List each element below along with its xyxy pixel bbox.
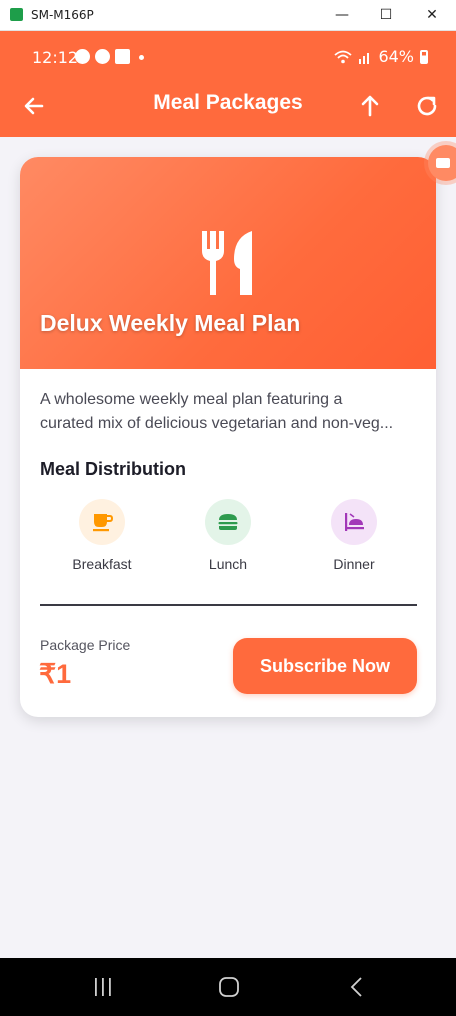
burger-icon xyxy=(218,514,238,530)
package-hero: Delux Weekly Meal Plan xyxy=(20,157,436,369)
signal-icon xyxy=(359,52,370,64)
minimize-button[interactable]: — xyxy=(324,3,360,27)
app-bar: Meal Packages xyxy=(0,85,456,137)
battery-icon xyxy=(420,49,428,64)
close-button[interactable]: ✕ xyxy=(414,3,450,27)
coffee-cup-icon xyxy=(93,514,114,532)
package-card[interactable]: Delux Weekly Meal Plan A wholesome weekl… xyxy=(20,157,436,717)
meal-dinner: Dinner xyxy=(304,499,404,572)
maximize-button[interactable]: ☐ xyxy=(368,3,404,27)
recent-apps-icon[interactable] xyxy=(90,976,116,998)
package-name: Delux Weekly Meal Plan xyxy=(40,310,301,336)
window-title-bar: SM-M166P — ☐ ✕ xyxy=(0,0,456,31)
floating-camera-bubble[interactable] xyxy=(428,145,456,181)
subscribe-now-button[interactable]: Subscribe Now xyxy=(233,638,417,694)
up-arrow-icon[interactable] xyxy=(353,89,387,123)
dinner-plate-icon xyxy=(345,513,364,531)
meal-distribution-heading: Meal Distribution xyxy=(40,459,187,479)
page-title: Meal Packages xyxy=(153,91,303,114)
video-camera-icon xyxy=(436,158,450,168)
app-logo-icon xyxy=(10,8,23,21)
refresh-icon[interactable] xyxy=(410,89,444,123)
package-description: A wholesome weekly meal plan featuring a… xyxy=(40,391,394,432)
facebook-icon xyxy=(75,49,90,64)
wifi-icon xyxy=(334,50,353,63)
divider xyxy=(40,604,417,606)
meal-lunch: Lunch xyxy=(178,499,278,572)
window-title: SM-M166P xyxy=(31,8,94,22)
package-price: ₹1 xyxy=(39,659,72,689)
notification-dot-icon xyxy=(139,55,144,60)
system-navigation-bar xyxy=(0,958,456,1016)
status-time: 12:12 xyxy=(32,48,79,67)
status-bar: 12:12 64% xyxy=(0,31,456,85)
back-nav-icon[interactable] xyxy=(346,975,368,999)
gallery-icon xyxy=(115,49,130,64)
facebook-icon xyxy=(95,49,110,64)
home-icon[interactable] xyxy=(217,975,241,999)
fork-knife-icon xyxy=(202,231,252,295)
meal-breakfast: Breakfast xyxy=(52,499,152,572)
price-label: Package Price xyxy=(40,637,131,653)
battery-percent: 64% xyxy=(378,47,414,66)
